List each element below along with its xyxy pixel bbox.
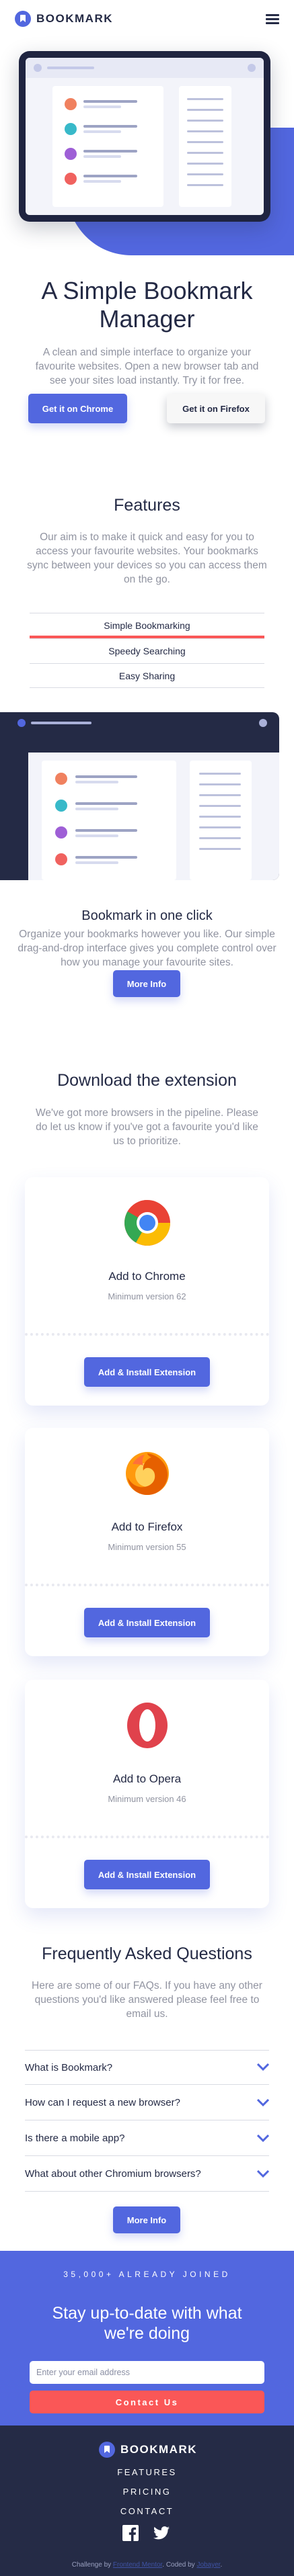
- extension-card-chrome: Add to Chrome Minimum version 62 Add & I…: [25, 1177, 269, 1406]
- faq-question: Is there a mobile app?: [25, 2133, 125, 2144]
- hamburger-line: [266, 13, 279, 16]
- feature-panel-title: Bookmark in one click: [81, 908, 213, 923]
- hamburger-line: [266, 17, 279, 20]
- extension-min-version: Minimum version 46: [108, 1794, 186, 1804]
- feature-panel-description: Organize your bookmarks however you like…: [17, 929, 277, 968]
- footer-logo[interactable]: BOOKMARK: [99, 2442, 197, 2458]
- attribution-prefix: Challenge by: [71, 2561, 113, 2569]
- contact-title: Stay up-to-date with what we're doing: [52, 2304, 242, 2343]
- card-dotted-divider: [25, 1333, 269, 1336]
- faq-item[interactable]: What about other Chromium browsers?: [25, 2157, 269, 2192]
- bookmark-logo-icon: [15, 11, 31, 27]
- opera-logo-icon: [127, 1703, 168, 1748]
- logo-text: BOOKMARK: [36, 12, 113, 25]
- hero-tablet-illustration: [19, 51, 270, 222]
- faq-description: Here are some of our FAQs. If you have a…: [32, 1980, 262, 2020]
- extension-min-version: Minimum version 62: [108, 1291, 186, 1301]
- card-dotted-divider: [25, 1584, 269, 1586]
- download-description: We've got more browsers in the pipeline.…: [36, 1107, 258, 1147]
- extension-card-firefox: Add to Firefox Minimum version 55 Add & …: [25, 1428, 269, 1656]
- email-field[interactable]: [30, 2361, 264, 2384]
- faq-item[interactable]: Is there a mobile app?: [25, 2121, 269, 2156]
- footer-link-contact[interactable]: CONTACT: [0, 2506, 294, 2516]
- card-dotted-divider: [25, 1836, 269, 1838]
- chevron-down-icon: [257, 2134, 269, 2142]
- add-chrome-extension-button[interactable]: Add & Install Extension: [84, 1357, 210, 1387]
- faq-item[interactable]: How can I request a new browser?: [25, 2086, 269, 2120]
- get-chrome-button[interactable]: Get it on Chrome: [28, 394, 127, 423]
- faq-question: How can I request a new browser?: [25, 2097, 180, 2108]
- facebook-icon[interactable]: [122, 2525, 139, 2541]
- feature-bookmark-list: [42, 761, 176, 880]
- tab-speedy-searching[interactable]: Speedy Searching: [30, 638, 264, 663]
- faq-question: What about other Chromium browsers?: [25, 2168, 201, 2180]
- add-firefox-extension-button[interactable]: Add & Install Extension: [84, 1608, 210, 1637]
- chevron-down-icon: [257, 2063, 269, 2071]
- attribution-mid: . Coded by: [162, 2561, 197, 2569]
- tablet-screen: [26, 58, 264, 215]
- page: BOOKMARK A Simple Bookmark Manager A cle…: [0, 0, 294, 2576]
- site-footer: BOOKMARK FEATURES PRICING CONTACT Challe…: [0, 2425, 294, 2576]
- faq-question: What is Bookmark?: [25, 2061, 113, 2073]
- tab-easy-sharing[interactable]: Easy Sharing: [30, 663, 264, 688]
- site-header: BOOKMARK: [0, 0, 294, 38]
- download-title: Download the extension: [57, 1071, 237, 1090]
- contact-us-button[interactable]: Contact Us: [30, 2391, 264, 2413]
- extension-title: Add to Opera: [112, 1772, 182, 1785]
- feature-sidebar: [190, 761, 252, 880]
- features-description: Our aim is to make it quick and easy for…: [27, 531, 267, 585]
- screen-sidebar: [179, 86, 231, 207]
- faq-title: Frequently Asked Questions: [42, 1944, 252, 1963]
- screen-bookmark-list: [52, 86, 163, 207]
- hamburger-icon[interactable]: [266, 13, 279, 24]
- footer-link-pricing[interactable]: PRICING: [0, 2487, 294, 2497]
- logo-text: BOOKMARK: [120, 2443, 197, 2456]
- get-firefox-button[interactable]: Get it on Firefox: [167, 394, 265, 423]
- bookmark-logo-icon: [99, 2442, 115, 2458]
- hero-title: A Simple Bookmark Manager: [41, 277, 253, 333]
- chevron-down-icon: [257, 2170, 269, 2178]
- firefox-logo-icon: [126, 1452, 169, 1495]
- extension-card-opera: Add to Opera Minimum version 46 Add & In…: [25, 1680, 269, 1908]
- author-link[interactable]: Jobayer: [196, 2561, 220, 2569]
- chrome-logo-icon: [124, 1200, 170, 1246]
- faq-more-info-button[interactable]: More Info: [113, 2206, 180, 2233]
- features-title: Features: [114, 496, 180, 515]
- extension-title: Add to Chrome: [108, 1270, 186, 1283]
- tab-simple-bookmarking[interactable]: Simple Bookmarking: [30, 613, 264, 638]
- faq-item[interactable]: What is Bookmark?: [25, 2050, 269, 2085]
- attribution: Challenge by Frontend Mentor. Coded by J…: [0, 2561, 294, 2569]
- contact-section: 35,000+ ALREADY JOINED Stay up-to-date w…: [0, 2251, 294, 2425]
- footer-link-features[interactable]: FEATURES: [0, 2467, 294, 2477]
- add-opera-extension-button[interactable]: Add & Install Extension: [84, 1860, 210, 1889]
- header-logo[interactable]: BOOKMARK: [15, 11, 113, 27]
- extension-title: Add to Firefox: [111, 1520, 183, 1533]
- extension-min-version: Minimum version 55: [108, 1542, 186, 1552]
- feature-illustration: [0, 712, 279, 880]
- hero-description: A clean and simple interface to organize…: [35, 347, 259, 386]
- hamburger-line: [266, 22, 279, 24]
- joined-count: 35,000+ ALREADY JOINED: [63, 2270, 231, 2279]
- frontend-mentor-link[interactable]: Frontend Mentor: [113, 2561, 162, 2569]
- chevron-down-icon: [257, 2098, 269, 2106]
- attribution-suffix: .: [220, 2561, 223, 2569]
- twitter-icon[interactable]: [153, 2526, 170, 2540]
- screen-topbar: [26, 58, 264, 78]
- features-more-info-button[interactable]: More Info: [113, 970, 180, 997]
